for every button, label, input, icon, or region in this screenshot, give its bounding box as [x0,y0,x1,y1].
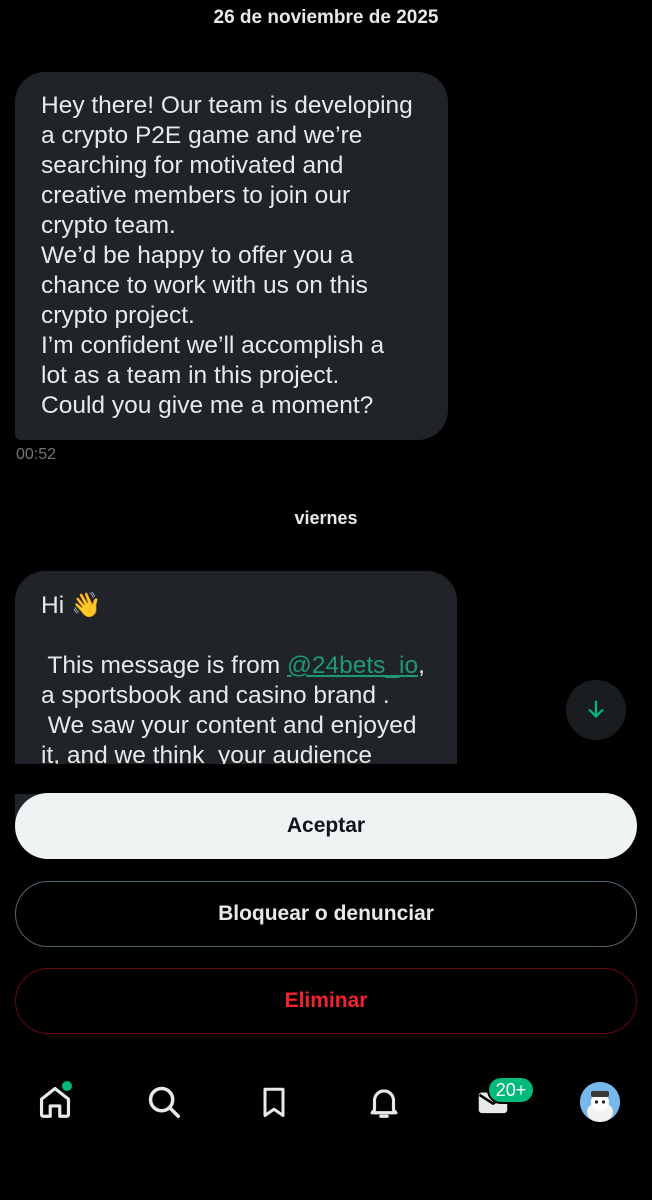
bottom-navigation: 20+ [0,1060,652,1150]
avatar [580,1082,620,1122]
avatar-image-icon [580,1082,620,1122]
date-separator-top: 26 de noviembre de 2025 [213,7,439,28]
message-line: We’d be happy to offer you a [41,242,354,269]
message-line: Could you give me a moment? [41,392,374,419]
scroll-to-bottom-button[interactable] [566,680,626,740]
message-line: We saw your content and enjoyed [41,712,417,739]
nav-notifications[interactable] [360,1078,408,1126]
nav-bookmarks[interactable] [250,1078,298,1126]
delete-button[interactable]: Eliminar [15,968,637,1034]
nav-home[interactable] [31,1078,79,1126]
search-icon [148,1086,180,1118]
message-line: crypto project. [41,302,195,329]
message-line: Hey there! Our team is developing [41,92,413,119]
message-line: This message is from @24bets_io, [41,651,431,681]
message-line: a crypto P2E game and we’re [41,122,363,149]
nav-profile[interactable] [576,1078,624,1126]
bell-icon [370,1089,398,1118]
block-report-button[interactable]: Bloquear o denunciar [15,881,637,947]
message-line: creative members to join our [41,182,351,209]
message-greeting: Hi 👋 [41,592,102,619]
unread-dot [61,1080,73,1092]
message-line: I’m confident we’ll accomplish a [41,332,385,359]
message-text: , [418,652,425,679]
message-text: This message is from [41,652,287,679]
message-list-clip [0,764,652,794]
accept-button[interactable]: Aceptar [15,793,637,859]
message-line: a sportsbook and casino brand . [41,682,390,709]
nav-search[interactable] [140,1078,188,1126]
message-line: crypto team. [41,212,176,239]
message-line: chance to work with us on this [41,272,368,299]
mention-link[interactable]: @24bets_io [287,652,418,679]
message-line: searching for motivated and [41,152,344,179]
message-line: lot as a team in this project. [41,362,340,389]
message-timestamp: 00:52 [16,446,57,463]
message-bubble-received: Hey there! Our team is developing a cryp… [15,72,448,440]
bookmark-icon [263,1087,285,1117]
date-separator-mid: viernes [294,508,358,528]
nav-messages[interactable]: 20+ [469,1076,535,1126]
arrow-down-icon [588,700,604,718]
messages-badge: 20+ [487,1076,535,1104]
